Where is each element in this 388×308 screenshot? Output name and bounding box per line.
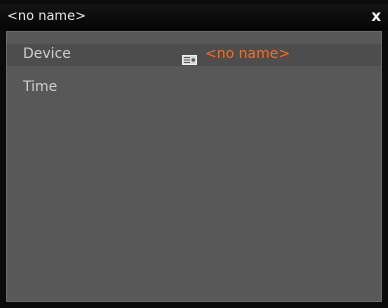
- device-value-link[interactable]: <no name>: [205, 46, 290, 62]
- title-bar[interactable]: <no name> x: [0, 4, 388, 30]
- device-label: Device: [23, 46, 71, 62]
- properties-window: <no name> x Device <no name> Time: [0, 0, 388, 308]
- device-icon: [182, 50, 197, 65]
- close-button[interactable]: x: [371, 7, 381, 25]
- properties-panel: Device <no name> Time: [6, 31, 382, 302]
- window-title: <no name>: [7, 9, 86, 24]
- time-label: Time: [23, 79, 58, 95]
- property-row-time[interactable]: Time: [7, 79, 381, 101]
- property-row-device[interactable]: Device <no name>: [7, 44, 381, 66]
